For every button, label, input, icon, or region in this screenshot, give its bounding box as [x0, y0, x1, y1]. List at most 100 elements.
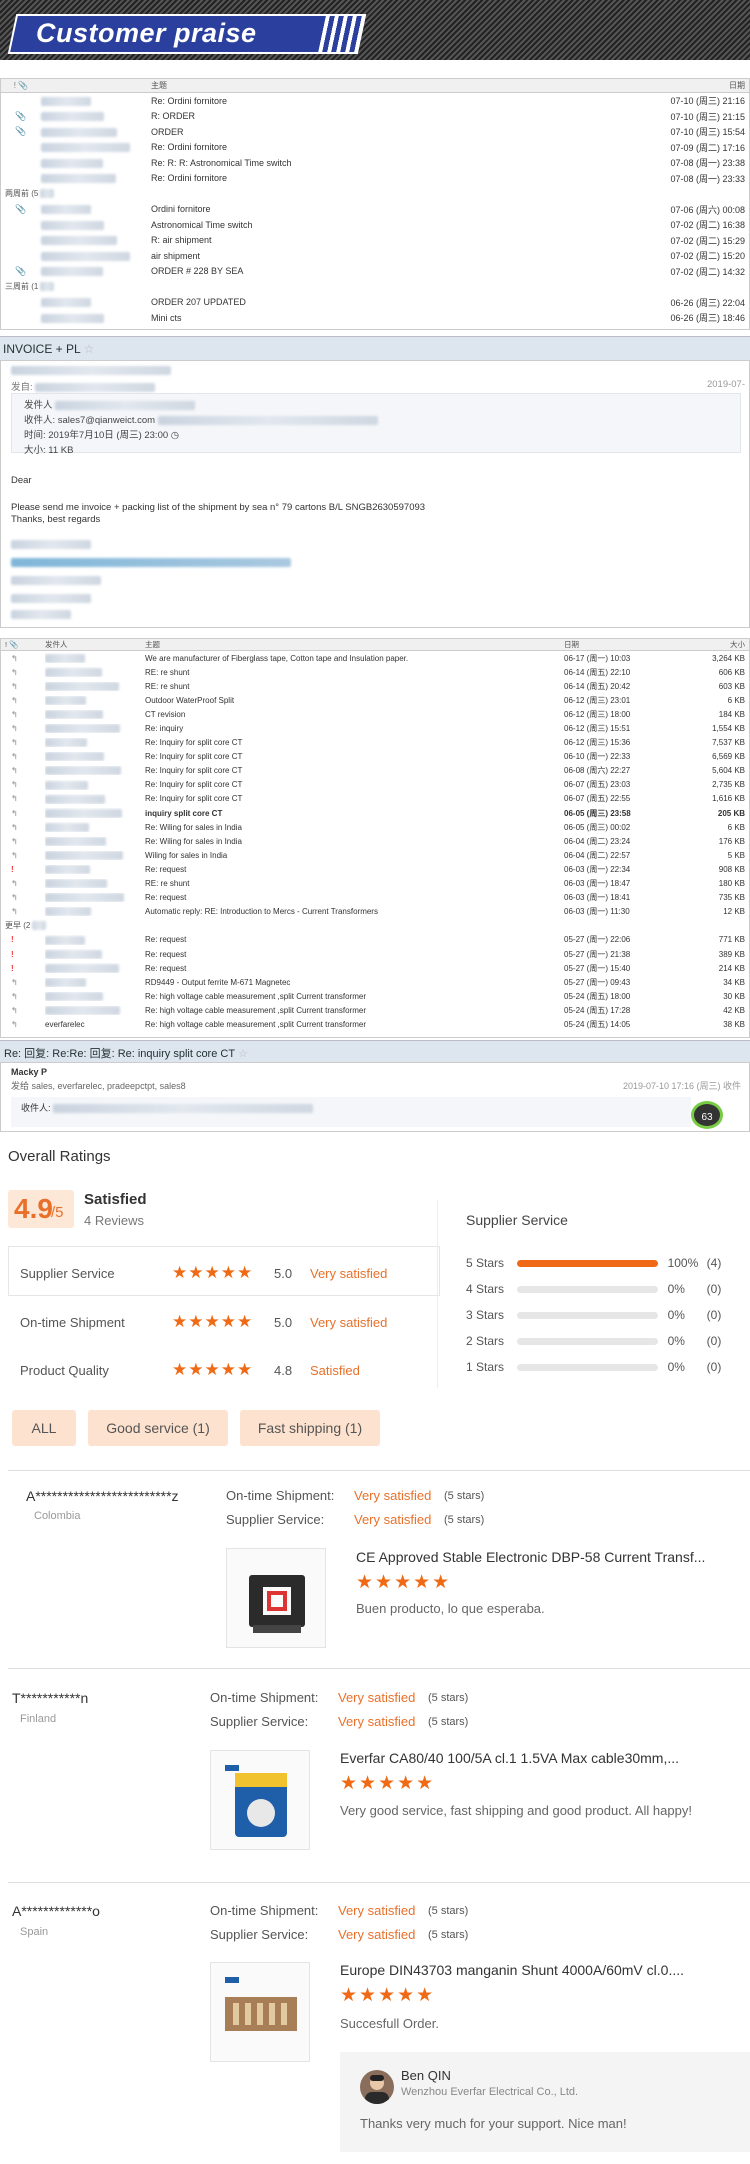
group-header[interactable]: 两周前 (5: [1, 186, 749, 202]
column-subject[interactable]: 主题: [151, 80, 629, 91]
group-header[interactable]: 更早 (2: [1, 919, 749, 933]
email-size: 606 KB: [718, 667, 745, 677]
progress-bar: [516, 1285, 658, 1293]
email-row[interactable]: ↰ Automatic reply: RE: Introduction to Me…: [1, 905, 749, 919]
priority-icon: !: [11, 949, 14, 959]
email-row[interactable]: ↰ Re: Inquiry for split core CT 06-10 (周一)…: [1, 750, 749, 764]
email-row[interactable]: ↰ RE: re shunt 06-03 (周一) 18:47 180 KB: [1, 877, 749, 891]
email-row[interactable]: 📎 ORDER # 228 BY SEA 07-02 (周二) 14:32: [1, 264, 749, 280]
email-sender: [41, 127, 151, 137]
attachment-icon: 📎: [15, 126, 27, 137]
column-subject[interactable]: 主题: [141, 639, 564, 650]
product-title[interactable]: Europe DIN43703 manganin Shunt 4000A/60m…: [340, 1962, 684, 1978]
email-row[interactable]: ↰ RE: re shunt 06-14 (周五) 22:10 606 KB: [1, 665, 749, 679]
star-icon[interactable]: ☆: [84, 342, 95, 356]
email-sender: [45, 667, 141, 677]
email-row[interactable]: ↰ Re: high voltage cable measurement ,spl…: [1, 1003, 749, 1017]
reply-name: Ben QIN: [401, 2068, 451, 2083]
email-row[interactable]: ↰ Re: Inquiry for split core CT 06-12 (周三)…: [1, 736, 749, 750]
filter-chip[interactable]: Fast shipping (1): [240, 1410, 380, 1446]
email-subject: Astronomical Time switch: [151, 219, 253, 230]
email-row[interactable]: ↰ RD9449 - Output ferrite M-671 Magnetec 0…: [1, 975, 749, 989]
column-from[interactable]: 发件人: [45, 639, 141, 650]
email-row[interactable]: ↰ Re: high voltage cable measurement ,spl…: [1, 989, 749, 1003]
star-count: (0): [706, 1308, 722, 1322]
email-row[interactable]: ORDER 207 UPDATED 06-26 (周三) 22:04: [1, 295, 749, 311]
email-row[interactable]: ↰ Outdoor WaterProof Split 06-12 (周三) 23:0…: [1, 693, 749, 707]
reviewer-name: T***********n: [12, 1690, 89, 1706]
overall-score: 4.9: [14, 1193, 53, 1224]
review-count: 4 Reviews: [84, 1213, 144, 1228]
filter-chip[interactable]: Good service (1): [88, 1410, 228, 1446]
email-row[interactable]: ! Re: request 05-27 (周一) 22:06 771 KB: [1, 933, 749, 947]
email-row[interactable]: ↰ RE: re shunt 06-14 (周五) 20:42 603 KB: [1, 679, 749, 693]
column-date[interactable]: 日期: [629, 80, 749, 91]
email-row[interactable]: ! Re: request 05-27 (周一) 21:38 389 KB: [1, 947, 749, 961]
email-row[interactable]: ↰ Re: Inquiry for split core CT 06-08 (周六)…: [1, 764, 749, 778]
star-percent: 100%: [667, 1256, 699, 1270]
score-max: /5: [51, 1204, 64, 1221]
email-row[interactable]: ↰ Re: request 06-03 (周一) 18:41 735 KB: [1, 891, 749, 905]
email-row[interactable]: ↰ everfarelec Re: high voltage cable measu…: [1, 1017, 749, 1031]
email-sender: [45, 752, 141, 762]
column-size[interactable]: 大小: [674, 639, 749, 650]
email-row[interactable]: Astronomical Time switch 07-02 (周二) 16:38: [1, 217, 749, 233]
rating-word: Very satisfied: [310, 1265, 388, 1281]
email-size: 6 KB: [727, 822, 745, 832]
email-date: 05-27 (周一) 21:38: [564, 949, 631, 959]
email-row[interactable]: ! Re: request 06-03 (周一) 22:34 908 KB: [1, 862, 749, 876]
email-sender: [45, 836, 141, 846]
rating-name: Product Quality: [20, 1362, 109, 1378]
email-subject: ORDER # 228 BY SEA: [151, 266, 244, 277]
email-row[interactable]: ↰ Wiling for sales in India 06-04 (周二) 22:…: [1, 848, 749, 862]
email-row[interactable]: 📎 ORDER 07-10 (周三) 15:54: [1, 124, 749, 140]
progress-bar: [516, 1259, 658, 1267]
email-date: 07-02 (周二) 15:29: [670, 235, 745, 246]
product-image[interactable]: [210, 1750, 310, 1850]
column-date[interactable]: 日期: [564, 639, 674, 650]
product-image[interactable]: [210, 1962, 310, 2062]
star-count: (0): [706, 1334, 722, 1348]
email-row[interactable]: Mini cts 06-26 (周三) 18:46: [1, 310, 749, 326]
star-breakdown-row: 3 Stars 0% (0): [466, 1307, 736, 1323]
email-row[interactable]: Re: Ordini fornitore 07-09 (周二) 17:16: [1, 140, 749, 156]
email-row[interactable]: ↰ We are manufacturer of Fiberglass tape,…: [1, 651, 749, 665]
product-image[interactable]: [226, 1548, 326, 1648]
email-row[interactable]: ↰ Re: inquiry 06-12 (周三) 15:51 1,554 KB: [1, 721, 749, 735]
email-size: 5 KB: [727, 850, 745, 860]
email-sender: [41, 313, 151, 323]
email-subject: Re: high voltage cable measurement ,spli…: [145, 1019, 366, 1029]
supplier-value: Very satisfied: [338, 1927, 416, 1942]
email-sender: [41, 142, 151, 153]
group-header[interactable]: 三周前 (1: [1, 279, 749, 295]
reply-icon: ↰: [11, 1019, 18, 1029]
email-row[interactable]: R: air shipment 07-02 (周二) 15:29: [1, 233, 749, 249]
email-subject: We are manufacturer of Fiberglass tape, …: [145, 653, 409, 663]
email-subject: Re: request: [145, 949, 187, 959]
email-row[interactable]: 📎 Ordini fornitore 07-06 (周六) 00:08: [1, 202, 749, 218]
attachment-icon: ! 📎: [5, 640, 19, 649]
email-row[interactable]: Re: Ordini fornitore 07-10 (周三) 21:16: [1, 93, 749, 109]
ontime-value: Very satisfied: [354, 1488, 432, 1503]
banner: Customer praise: [0, 0, 750, 60]
email-row[interactable]: air shipment 07-02 (周二) 15:20: [1, 248, 749, 264]
star-icon[interactable]: ☆: [238, 1048, 248, 1060]
email-row[interactable]: ! Re: request 05-27 (周一) 15:40 214 KB: [1, 961, 749, 975]
email-row[interactable]: 📎 R: ORDER 07-10 (周三) 21:15: [1, 109, 749, 125]
email-row[interactable]: ↰ Re: Wiling for sales in India 06-04 (周二)…: [1, 834, 749, 848]
email-row[interactable]: ↰ inquiry split core CT 06-05 (周三) 23:58 20…: [1, 806, 749, 820]
email-size: 180 KB: [718, 879, 745, 889]
email-sender: everfarelec: [45, 1019, 85, 1029]
email-row[interactable]: ↰ Re: Wiling for sales in India 06-05 (周三)…: [1, 820, 749, 834]
email-subject: RE: re shunt: [145, 681, 190, 691]
email-row[interactable]: ↰ Re: Inquiry for split core CT 06-07 (周五)…: [1, 778, 749, 792]
email-row[interactable]: ↰ CT revision 06-12 (周三) 18:00 184 KB: [1, 707, 749, 721]
product-title[interactable]: CE Approved Stable Electronic DBP-58 Cur…: [356, 1549, 705, 1565]
email-row[interactable]: ↰ Re: Inquiry for split core CT 06-07 (周五)…: [1, 792, 749, 806]
email-sender: [45, 935, 141, 945]
product-title[interactable]: Everfar CA80/40 100/5A cl.1 1.5VA Max ca…: [340, 1750, 679, 1766]
star-rating-icon: ★★★★★: [172, 1360, 254, 1379]
filter-chip[interactable]: ALL: [12, 1410, 76, 1446]
email-row[interactable]: Re: Ordini fornitore 07-08 (周一) 23:33: [1, 171, 749, 187]
email-row[interactable]: Re: R: R: Astronomical Time switch 07-08 …: [1, 155, 749, 171]
